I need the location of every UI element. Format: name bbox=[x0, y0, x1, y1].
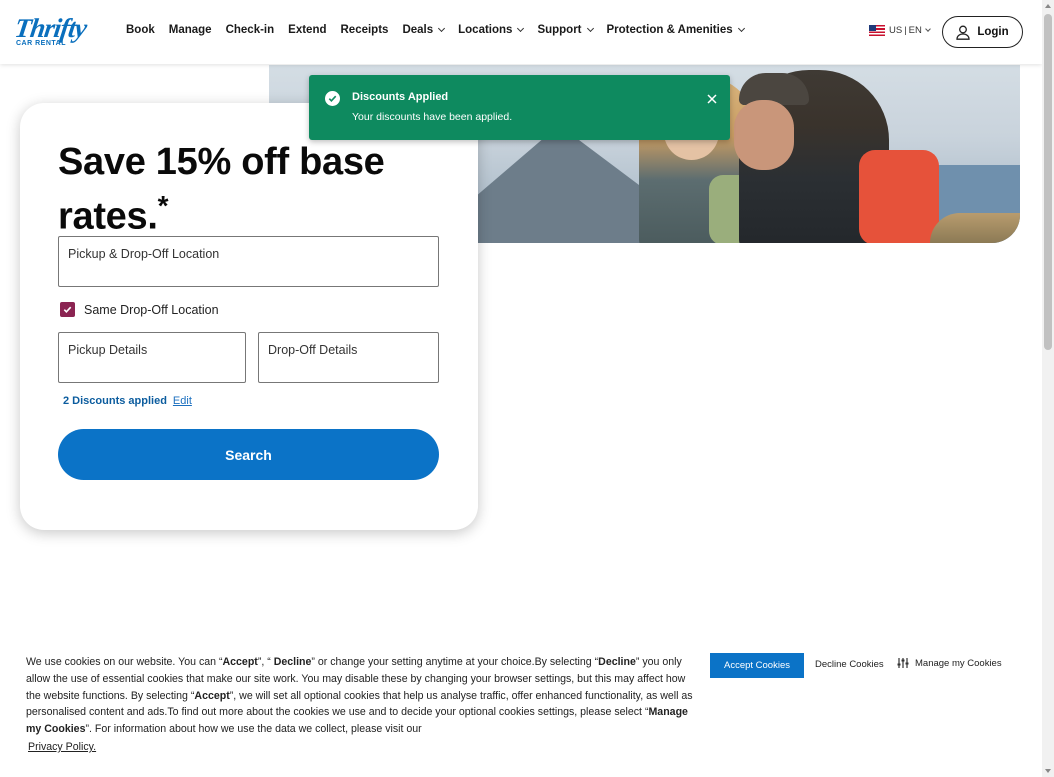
locale-language: EN bbox=[908, 25, 922, 36]
booking-headline: Save 15% off base rates.* bbox=[58, 141, 448, 239]
nav-label: Manage bbox=[168, 24, 212, 36]
locale-selector[interactable]: US | EN bbox=[869, 25, 931, 36]
same-dropoff-checkbox[interactable]: Same Drop-Off Location bbox=[60, 302, 219, 317]
hero-backpack-orange bbox=[859, 150, 939, 243]
chevron-down-icon bbox=[925, 26, 931, 32]
sliders-icon bbox=[897, 658, 909, 668]
nav-label: Protection & Amenities bbox=[606, 24, 733, 36]
nav-label: Book bbox=[126, 24, 155, 36]
booking-card: Save 15% off base rates.* Pickup & Drop-… bbox=[20, 103, 478, 530]
check-circle-icon bbox=[325, 91, 340, 106]
nav-label: Support bbox=[537, 24, 582, 36]
dropoff-details-field[interactable]: Drop-Off Details bbox=[258, 332, 439, 383]
main-nav: Book Manage Check-in Extend Receipts Dea… bbox=[126, 24, 758, 36]
privacy-policy-link[interactable]: Privacy Policy. bbox=[28, 741, 96, 753]
chevron-down-icon bbox=[517, 24, 525, 33]
nav-label: Locations bbox=[458, 24, 513, 36]
cookie-text-segment: ”, “ bbox=[257, 656, 274, 668]
nav-item-deals[interactable]: Deals bbox=[402, 24, 446, 36]
cookie-text-segment: We use cookies on our website. You can “ bbox=[26, 656, 223, 668]
scroll-up-arrow-icon[interactable] bbox=[1045, 4, 1051, 8]
locale-country: US bbox=[889, 25, 903, 36]
cookie-text-segment: ” or change your setting anytime at your… bbox=[311, 656, 599, 668]
site-header: Thrifty CAR RENTAL Book Manage Check-in … bbox=[0, 0, 1042, 64]
page-scrollbar[interactable] bbox=[1042, 0, 1054, 777]
cookie-text-emphasis: Decline bbox=[598, 656, 636, 668]
close-icon[interactable] bbox=[705, 92, 719, 106]
cookie-text-emphasis: Accept bbox=[222, 656, 258, 668]
chevron-down-icon bbox=[438, 24, 446, 33]
toast-message: Your discounts have been applied. bbox=[352, 111, 513, 123]
discounts-row: 2 Discounts applied Edit bbox=[63, 395, 192, 407]
us-flag-icon bbox=[869, 25, 885, 36]
search-button[interactable]: Search bbox=[58, 429, 439, 480]
manage-cookies-button[interactable]: Manage my Cookies bbox=[897, 657, 1002, 669]
cookie-text-emphasis: Decline bbox=[273, 656, 312, 668]
hero-face bbox=[734, 100, 794, 170]
field-label: Pickup & Drop-Off Location bbox=[68, 247, 220, 261]
headline-asterisk: * bbox=[157, 190, 169, 221]
login-button[interactable]: Login bbox=[942, 16, 1023, 48]
nav-label: Deals bbox=[402, 24, 434, 36]
toast-title: Discounts Applied bbox=[352, 91, 449, 103]
thrifty-logo[interactable]: Thrifty CAR RENTAL bbox=[12, 13, 95, 50]
chevron-down-icon bbox=[737, 24, 745, 33]
nav-label: Extend bbox=[288, 24, 327, 36]
field-label: Pickup Details bbox=[68, 343, 148, 357]
same-dropoff-label: Same Drop-Off Location bbox=[84, 302, 219, 317]
hero-grass bbox=[930, 213, 1020, 243]
nav-item-check-in[interactable]: Check-in bbox=[226, 24, 275, 36]
cookie-banner: We use cookies on our website. You can “… bbox=[0, 642, 1042, 777]
pickup-dropoff-location-field[interactable]: Pickup & Drop-Off Location bbox=[58, 236, 439, 287]
pickup-details-field[interactable]: Pickup Details bbox=[58, 332, 246, 383]
cookie-text: We use cookies on our website. You can “… bbox=[26, 654, 696, 738]
nav-item-extend[interactable]: Extend bbox=[288, 24, 326, 36]
discount-toast: Discounts Applied Your discounts have be… bbox=[309, 75, 730, 140]
scrollbar-thumb[interactable] bbox=[1044, 14, 1052, 350]
manage-cookies-label: Manage my Cookies bbox=[915, 657, 1002, 669]
nav-item-book[interactable]: Book bbox=[126, 24, 155, 36]
chevron-down-icon bbox=[586, 24, 594, 33]
headline-text: Save 15% off base rates. bbox=[58, 141, 385, 238]
edit-discounts-link[interactable]: Edit bbox=[173, 395, 192, 407]
decline-cookies-button[interactable]: Decline Cookies bbox=[815, 659, 884, 670]
cookie-text-emphasis: Accept bbox=[194, 689, 230, 702]
login-label: Login bbox=[977, 26, 1009, 38]
nav-item-manage[interactable]: Manage bbox=[169, 24, 212, 36]
logo-brand: Thrifty bbox=[12, 13, 89, 43]
field-label: Drop-Off Details bbox=[268, 343, 358, 357]
accept-cookies-button[interactable]: Accept Cookies bbox=[710, 653, 804, 678]
nav-item-protection-amenities[interactable]: Protection & Amenities bbox=[606, 24, 745, 36]
locale-separator: | bbox=[904, 25, 907, 36]
nav-item-support[interactable]: Support bbox=[537, 24, 594, 36]
nav-label: Check-in bbox=[225, 24, 275, 36]
checkbox-checked-icon[interactable] bbox=[60, 302, 75, 317]
scroll-down-arrow-icon[interactable] bbox=[1045, 769, 1051, 773]
nav-item-receipts[interactable]: Receipts bbox=[341, 24, 389, 36]
cookie-text-segment: ”. For information about how we use the … bbox=[85, 723, 422, 736]
discounts-applied-text: 2 Discounts applied bbox=[63, 395, 167, 407]
logo-subtitle: CAR RENTAL bbox=[16, 40, 66, 47]
nav-item-locations[interactable]: Locations bbox=[458, 24, 525, 36]
user-icon bbox=[956, 25, 970, 40]
nav-label: Receipts bbox=[340, 24, 389, 36]
